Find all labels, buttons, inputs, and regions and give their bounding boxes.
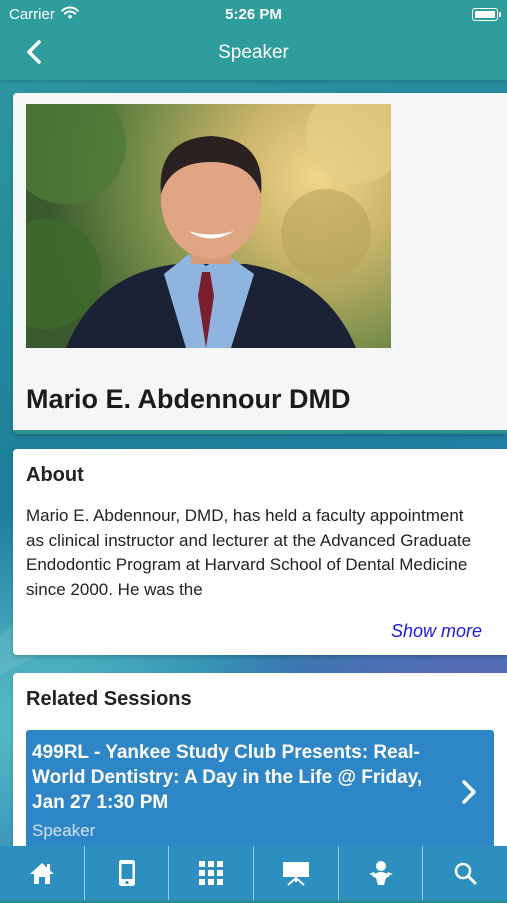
- tab-grid[interactable]: [169, 846, 255, 900]
- status-time: 5:26 PM: [225, 6, 282, 23]
- navigation-header: Carrier 5:26 PM Speaker: [0, 0, 507, 80]
- session-title: 499RL - Yankee Study Club Presents: Real…: [32, 742, 423, 813]
- tab-presentations[interactable]: [254, 846, 339, 900]
- related-sessions-card: Related Sessions 499RL - Yankee Study Cl…: [13, 673, 507, 873]
- about-heading: About: [26, 464, 84, 486]
- tab-search[interactable]: [423, 846, 507, 900]
- about-card: About Mario E. Abdennour, DMD, has held …: [13, 449, 507, 655]
- search-icon: [454, 862, 477, 885]
- show-more-link[interactable]: Show more: [391, 621, 482, 642]
- tab-mobile[interactable]: [85, 846, 170, 900]
- session-item[interactable]: 499RL - Yankee Study Club Presents: Real…: [26, 730, 494, 860]
- home-icon: [29, 863, 54, 884]
- grid-icon: [199, 861, 224, 885]
- battery-icon: [472, 8, 501, 21]
- page-title: Speaker: [218, 42, 289, 63]
- tab-speakers[interactable]: [339, 846, 424, 900]
- chevron-right-icon: [462, 780, 476, 804]
- speaker-profile-card: Mario E. Abdennour DMD: [13, 93, 507, 434]
- speaker-photo: [26, 104, 391, 348]
- session-role: Speaker: [32, 821, 96, 840]
- bottom-tab-bar: [0, 846, 507, 900]
- related-sessions-heading: Related Sessions: [26, 688, 192, 710]
- tab-home[interactable]: [0, 846, 85, 900]
- speaker-person-icon: [368, 861, 393, 885]
- about-text: Mario E. Abdennour, DMD, has held a facu…: [26, 506, 472, 599]
- presentation-board-icon: [282, 862, 309, 886]
- speaker-name: Mario E. Abdennour DMD: [26, 384, 351, 414]
- status-bar: Carrier 5:26 PM: [0, 0, 507, 28]
- mobile-phone-icon: [118, 860, 135, 886]
